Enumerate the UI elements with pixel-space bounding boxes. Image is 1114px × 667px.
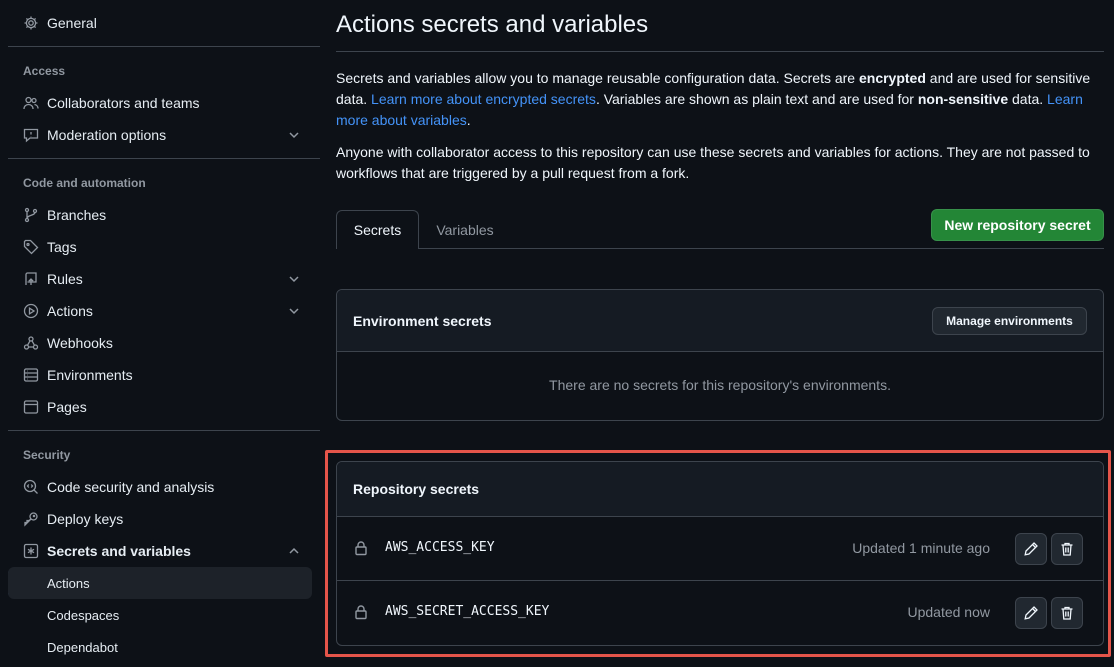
people-icon xyxy=(23,95,39,111)
page-title: Actions secrets and variables xyxy=(336,11,649,38)
sidebar-item-label: Codespaces xyxy=(47,607,120,623)
webhook-icon xyxy=(23,335,39,351)
intro-emphasis: non-sensitive xyxy=(917,91,1009,107)
intro-text: Secrets and variables allow you to manag… xyxy=(336,70,859,86)
browser-icon xyxy=(23,399,39,415)
report-icon xyxy=(23,127,39,143)
codescan-icon xyxy=(23,479,39,495)
lock-icon xyxy=(353,540,369,556)
sidebar-item-pages[interactable]: Pages xyxy=(8,391,312,423)
chevron-down-icon[interactable] xyxy=(286,127,302,143)
sidebar-item-webhooks[interactable]: Webhooks xyxy=(8,327,312,359)
sidebar-item-secrets-variables[interactable]: Secrets and variables xyxy=(8,535,312,567)
repository-secrets-title: Repository secrets xyxy=(353,481,480,497)
section-heading-access: Access xyxy=(23,64,66,78)
git-branch-icon xyxy=(23,207,39,223)
sidebar-item-label: General xyxy=(47,15,97,31)
secret-row: AWS_SECRET_ACCESS_KEY Updated now xyxy=(337,581,1103,645)
sidebar-item-label: Environments xyxy=(47,367,133,383)
environment-secrets-box: Environment secrets Manage environments … xyxy=(336,289,1104,421)
sidebar-item-label: Collaborators and teams xyxy=(47,95,200,111)
tab-secrets[interactable]: Secrets xyxy=(336,210,419,249)
learn-more-secrets-link[interactable]: Learn more about encrypted secrets xyxy=(371,91,596,107)
sidebar-item-collaborators[interactable]: Collaborators and teams xyxy=(8,87,312,119)
manage-environments-button[interactable]: Manage environments xyxy=(932,307,1087,335)
section-heading-security: Security xyxy=(23,448,71,462)
section-heading-code-automation: Code and automation xyxy=(23,176,146,190)
intro-text: . Variables are shown as plain text and … xyxy=(595,91,918,107)
repository-secrets-box: Repository secrets AWS_ACCESS_KEY Update… xyxy=(336,461,1104,646)
sidebar-item-moderation[interactable]: Moderation options xyxy=(8,119,312,151)
empty-environment-secrets-message: There are no secrets for this repository… xyxy=(549,377,891,393)
intro-emphasis: encrypted xyxy=(858,70,926,86)
sidebar-item-rules[interactable]: Rules xyxy=(8,263,312,295)
tab-divider xyxy=(336,248,1104,249)
pencil-icon xyxy=(1023,605,1039,621)
title-divider xyxy=(336,51,1104,52)
pencil-icon xyxy=(1023,541,1039,557)
chevron-down-icon[interactable] xyxy=(286,271,302,287)
sidebar-item-label: Code security and analysis xyxy=(47,479,215,495)
sidebar-item-label: Dependabot xyxy=(47,639,118,655)
sidebar-item-general[interactable]: General xyxy=(8,7,312,39)
delete-secret-button[interactable] xyxy=(1051,533,1083,565)
sidebar-item-tags[interactable]: Tags xyxy=(8,231,312,263)
sidebar-item-label: Actions xyxy=(47,303,93,319)
key-asterisk-icon xyxy=(23,543,39,559)
settings-sidebar: General Access Collaborators and teams M… xyxy=(0,0,320,667)
intro-paragraph: Secrets and variables allow you to manag… xyxy=(336,68,1104,131)
sidebar-divider xyxy=(8,46,320,47)
secret-name: AWS_ACCESS_KEY xyxy=(385,540,495,555)
chevron-up-icon[interactable] xyxy=(286,543,302,559)
sidebar-item-actions[interactable]: Actions xyxy=(8,295,312,327)
secret-name: AWS_SECRET_ACCESS_KEY xyxy=(385,604,550,619)
intro-text: data. xyxy=(1008,91,1048,107)
secret-updated-time: Updated now xyxy=(907,604,990,620)
trash-icon xyxy=(1059,541,1075,557)
edit-secret-button[interactable] xyxy=(1015,597,1047,629)
play-icon xyxy=(23,303,39,319)
tag-icon xyxy=(23,239,39,255)
intro-text: . xyxy=(466,112,471,128)
sidebar-item-label: Branches xyxy=(47,207,107,223)
lock-icon xyxy=(353,604,369,620)
sidebar-item-label: Pages xyxy=(47,399,87,415)
sidebar-item-label: Rules xyxy=(47,271,83,287)
repo-push-icon xyxy=(23,271,39,287)
server-icon xyxy=(23,367,39,383)
environment-secrets-header: Environment secrets Manage environments xyxy=(337,290,1103,352)
sidebar-divider xyxy=(8,430,320,431)
key-icon xyxy=(23,511,39,527)
access-note: Anyone with collaborator access to this … xyxy=(336,144,1090,181)
delete-secret-button[interactable] xyxy=(1051,597,1083,629)
trash-icon xyxy=(1059,605,1075,621)
chevron-down-icon[interactable] xyxy=(286,303,302,319)
sidebar-item-code-security[interactable]: Code security and analysis xyxy=(8,471,312,503)
sidebar-item-label: Actions xyxy=(47,575,90,591)
sidebar-item-label: Tags xyxy=(47,239,77,255)
sidebar-item-label: Secrets and variables xyxy=(47,543,191,559)
repository-secrets-header: Repository secrets xyxy=(337,462,1103,517)
sidebar-item-environments[interactable]: Environments xyxy=(8,359,312,391)
sidebar-subitem-dependabot[interactable]: Dependabot xyxy=(8,631,312,663)
secret-updated-time: Updated 1 minute ago xyxy=(852,540,990,556)
sidebar-subitem-codespaces[interactable]: Codespaces xyxy=(8,599,312,631)
tab-variables[interactable]: Variables xyxy=(419,210,511,249)
secret-row: AWS_ACCESS_KEY Updated 1 minute ago xyxy=(337,517,1103,581)
sidebar-item-label: Webhooks xyxy=(47,335,113,351)
environment-secrets-title: Environment secrets xyxy=(353,313,492,329)
sidebar-divider xyxy=(8,158,320,159)
edit-secret-button[interactable] xyxy=(1015,533,1047,565)
new-repository-secret-button[interactable]: New repository secret xyxy=(931,209,1104,241)
sidebar-item-deploy-keys[interactable]: Deploy keys xyxy=(8,503,312,535)
gear-icon xyxy=(23,15,39,31)
sidebar-item-label: Moderation options xyxy=(47,127,167,143)
sidebar-item-branches[interactable]: Branches xyxy=(8,199,312,231)
sidebar-item-label: Deploy keys xyxy=(47,511,124,527)
sidebar-subitem-actions[interactable]: Actions xyxy=(8,567,312,599)
